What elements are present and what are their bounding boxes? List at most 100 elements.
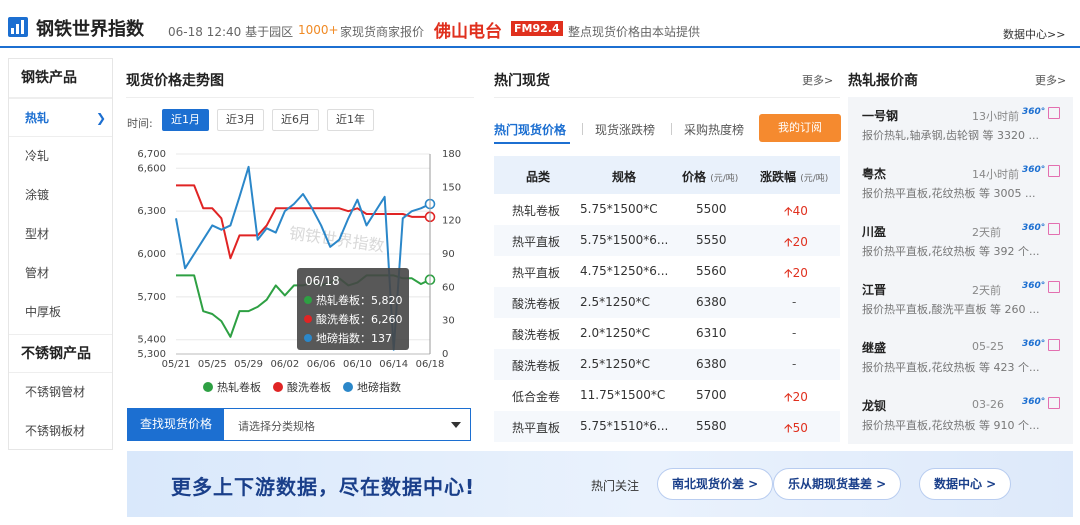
arrow-up-icon: 🡩 <box>784 421 793 435</box>
col-change: 涨跌幅 (元/吨) <box>760 170 829 184</box>
row-price: 6380 <box>696 357 727 371</box>
y-left-tick-label: 5,400 <box>137 335 166 346</box>
row-spec: 5.75*1510*6... <box>580 419 669 433</box>
panorama-360-icon[interactable]: 360° <box>1022 339 1045 349</box>
table-row[interactable]: 酸洗卷板 2.5*1250*C 6380 - <box>494 287 840 318</box>
tab-price-change-rank[interactable]: 现货涨跌榜 <box>595 121 655 138</box>
row-spec: 5.75*1500*6... <box>580 233 669 247</box>
quote-merchant-item[interactable]: 一号钢 13小时前 360° 报价热轧,轴承钢,齿轮钢 等 3320 ... <box>848 97 1073 155</box>
quote-merchant-item[interactable]: 川盈 2天前 360° 报价热平直板,花纹热板 等 392 个... <box>848 213 1073 271</box>
nav-item-stainless-plate[interactable]: 不锈钢板材 <box>9 412 112 451</box>
range-6-month-button[interactable]: 近6月 <box>272 109 319 131</box>
active-tab-underline <box>494 142 570 144</box>
quote-merchant-item[interactable]: 江晋 2天前 360° 报价热平直板,酸洗平直板 等 260 ... <box>848 271 1073 329</box>
site-title[interactable]: 钢铁世界指数 <box>36 15 144 41</box>
data-center-pill[interactable]: 数据中心 > <box>919 468 1012 500</box>
merchant-name[interactable]: 一号钢 <box>862 107 898 124</box>
panorama-360-icon[interactable]: 360° <box>1022 397 1045 407</box>
quote-merchant-item[interactable]: 龙钡 03-26 360° 报价热平直板,花纹热板 等 910 个... <box>848 387 1073 445</box>
merchant-name[interactable]: 龙钡 <box>862 397 886 414</box>
table-row[interactable]: 酸洗卷板 2.0*1250*C 6310 - <box>494 318 840 349</box>
lecong-basis-pill[interactable]: 乐从期现货基差 > <box>773 468 902 500</box>
table-row[interactable]: 酸洗卷板 2.5*1250*C 6380 - <box>494 349 840 380</box>
product-nav: 钢铁产品 热轧 ❯ 冷轧 涂镀 型材 管材 中厚板 不锈钢产品 不锈钢管材 不锈… <box>8 58 113 450</box>
row-spec: 2.5*1250*C <box>580 357 651 371</box>
data-center-banner[interactable]: 更多上下游数据，尽在数据中心! 热门关注 南北现货价差 > 乐从期现货基差 > … <box>127 451 1073 517</box>
row-category: 酸洗卷板 <box>512 328 561 342</box>
chart-icon[interactable] <box>1048 339 1060 351</box>
quote-merchant-item[interactable]: 粤杰 14小时前 360° 报价热平直板,花纹热板 等 3005 ... <box>848 155 1073 213</box>
nav-item-plate[interactable]: 中厚板 <box>9 293 112 332</box>
row-change: 🡩40 <box>784 204 808 218</box>
range-1-year-button[interactable]: 近1年 <box>327 109 374 131</box>
quote-time: 14小时前 <box>972 168 1019 181</box>
find-spot-price-button[interactable]: 查找现货价格 <box>128 409 224 440</box>
nav-item-stainless-pipe[interactable]: 不锈钢管材 <box>9 373 112 412</box>
x-tick-label: 06/14 <box>379 359 408 370</box>
quote-merchant-list: 一号钢 13小时前 360° 报价热轧,轴承钢,齿轮钢 等 3320 ... 粤杰 14小… <box>848 97 1073 444</box>
logo-icon <box>8 17 28 37</box>
x-tick-label: 06/02 <box>270 359 299 370</box>
merchant-name[interactable]: 川盈 <box>862 223 886 240</box>
chart-icon[interactable] <box>1048 165 1060 177</box>
tooltip-marker <box>304 296 312 304</box>
caret-down-icon[interactable] <box>451 422 461 428</box>
chart-panel-title: 现货价格走势图 <box>126 73 224 89</box>
row-category: 低合金卷 <box>512 390 561 404</box>
panorama-360-icon[interactable]: 360° <box>1022 223 1045 233</box>
hot-spot-more-link[interactable]: 更多> <box>802 72 833 88</box>
quote-summary: 报价热平直板,花纹热板 等 392 个... <box>862 245 1040 258</box>
quote-merchants-more-link[interactable]: 更多> <box>1035 72 1066 88</box>
merchant-name[interactable]: 江晋 <box>862 281 886 298</box>
nav-item-coated[interactable]: 涂镀 <box>9 176 112 215</box>
divider <box>126 97 474 98</box>
table-row[interactable]: 热平直板 5.75*1510*6... 5580 🡩50 <box>494 411 840 442</box>
chart-icon[interactable] <box>1048 397 1060 409</box>
tooltip-line: 地磅指数：137 <box>316 331 392 345</box>
table-row[interactable]: 热平直板 5.75*1500*6... 5550 🡩20 <box>494 225 840 256</box>
banner-focus-label: 热门关注 <box>591 479 640 493</box>
nav-item-cold-rolled[interactable]: 冷轧 <box>9 137 112 176</box>
col-spec: 规格 <box>612 170 637 184</box>
table-row[interactable]: 热轧卷板 5.75*1500*C 5500 🡩40 <box>494 194 840 225</box>
tab-hot-spot-price[interactable]: 热门现货价格 <box>494 121 566 138</box>
quote-summary: 报价热平直板,花纹热板 等 3005 ... <box>862 187 1036 200</box>
quote-time: 13小时前 <box>972 110 1019 123</box>
y-left-tick-label: 6,600 <box>137 163 166 174</box>
panorama-360-icon[interactable]: 360° <box>1022 107 1045 117</box>
nav-item-label: 热轧 <box>25 111 50 125</box>
chart-icon[interactable] <box>1048 281 1060 293</box>
y-right-tick-label: 30 <box>442 316 455 327</box>
x-tick-label: 05/25 <box>198 359 227 370</box>
my-subscription-button[interactable]: 我的订阅 <box>759 114 841 142</box>
north-south-spread-pill[interactable]: 南北现货价差 > <box>657 468 774 500</box>
nav-item-hot-rolled[interactable]: 热轧 ❯ <box>9 98 112 137</box>
tab-divider <box>671 123 672 135</box>
category-spec-select[interactable]: 请选择分类规格 <box>238 418 315 434</box>
nav-item-section[interactable]: 型材 <box>9 215 112 254</box>
radio-frequency-badge: FM92.4 <box>511 21 563 36</box>
merchant-name[interactable]: 继盛 <box>862 339 886 356</box>
row-price: 6380 <box>696 295 727 309</box>
data-center-link[interactable]: 数据中心>> <box>1003 26 1065 42</box>
table-row[interactable]: 热平直板 4.75*1250*6... 5560 🡩20 <box>494 256 840 287</box>
merchant-name[interactable]: 粤杰 <box>862 165 886 182</box>
price-trend-chart[interactable]: 5,3005,4005,7006,0006,3006,6006,70003060… <box>126 140 474 402</box>
y-right-tick-label: 180 <box>442 149 461 160</box>
range-3-month-button[interactable]: 近3月 <box>217 109 264 131</box>
panorama-360-icon[interactable]: 360° <box>1022 281 1045 291</box>
tab-purchase-heat-rank[interactable]: 采购热度榜 <box>684 121 744 138</box>
nav-item-pipe[interactable]: 管材 <box>9 254 112 293</box>
row-category: 热平直板 <box>512 235 561 249</box>
chart-icon[interactable] <box>1048 107 1060 119</box>
panorama-360-icon[interactable]: 360° <box>1022 165 1045 175</box>
row-change: 🡩20 <box>784 390 808 404</box>
range-1-month-button[interactable]: 近1月 <box>162 109 209 131</box>
radio-logo: 佛山电台 <box>434 22 502 42</box>
legend-label: 地磅指数 <box>357 380 401 394</box>
row-spec: 2.0*1250*C <box>580 326 651 340</box>
table-row[interactable]: 低合金卷 11.75*1500*C 5700 🡩20 <box>494 380 840 411</box>
legend-marker <box>203 382 213 392</box>
quote-merchant-item[interactable]: 继盛 05-25 360° 报价热平直板,花纹热板 等 423 个... <box>848 329 1073 387</box>
chart-icon[interactable] <box>1048 223 1060 235</box>
